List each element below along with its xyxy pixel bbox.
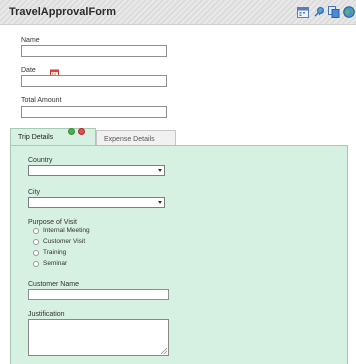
add-tab-icon[interactable] <box>68 128 75 135</box>
remove-tab-icon[interactable] <box>78 128 85 135</box>
customer-name-input[interactable] <box>28 289 169 300</box>
name-input[interactable] <box>21 45 167 57</box>
justification-textarea[interactable] <box>28 319 169 356</box>
total-amount-label: Total Amount <box>21 97 62 104</box>
date-picker-icon[interactable] <box>50 65 59 78</box>
calendar-icon[interactable] <box>297 6 309 18</box>
radio-button[interactable] <box>33 250 39 256</box>
chevron-down-icon <box>158 169 162 172</box>
radio-label: Seminar <box>43 260 68 267</box>
city-select[interactable] <box>28 197 165 208</box>
form-title: TravelApprovalForm <box>9 6 116 18</box>
city-label: City <box>28 189 41 196</box>
purpose-label: Purpose of Visit <box>28 219 77 226</box>
date-label: Date <box>21 67 36 74</box>
name-label: Name <box>21 37 40 44</box>
date-input[interactable] <box>21 75 167 87</box>
resize-grip-icon[interactable] <box>161 348 167 354</box>
radio-button[interactable] <box>33 261 39 267</box>
radio-label: Customer Visit <box>43 238 86 245</box>
customer-name-label: Customer Name <box>28 281 79 288</box>
tab-expense-details[interactable]: Expense Details <box>96 130 176 145</box>
tab-expense-details-label: Expense Details <box>104 136 155 143</box>
country-select[interactable] <box>28 165 165 176</box>
pin-icon[interactable] <box>313 6 325 18</box>
justification-label: Justification <box>28 311 65 318</box>
total-amount-input[interactable] <box>21 106 167 118</box>
tab-trip-details-label: Trip Details <box>18 134 54 141</box>
radio-label: Internal Meeting <box>43 227 90 234</box>
globe-icon[interactable] <box>343 6 355 18</box>
chevron-down-icon <box>158 201 162 204</box>
radio-button[interactable] <box>33 239 39 245</box>
country-label: Country <box>28 157 53 164</box>
radio-label: Training <box>43 249 67 256</box>
copy-icon[interactable] <box>328 6 340 18</box>
form-header: TravelApprovalForm <box>0 0 356 25</box>
radio-button[interactable] <box>33 228 39 234</box>
